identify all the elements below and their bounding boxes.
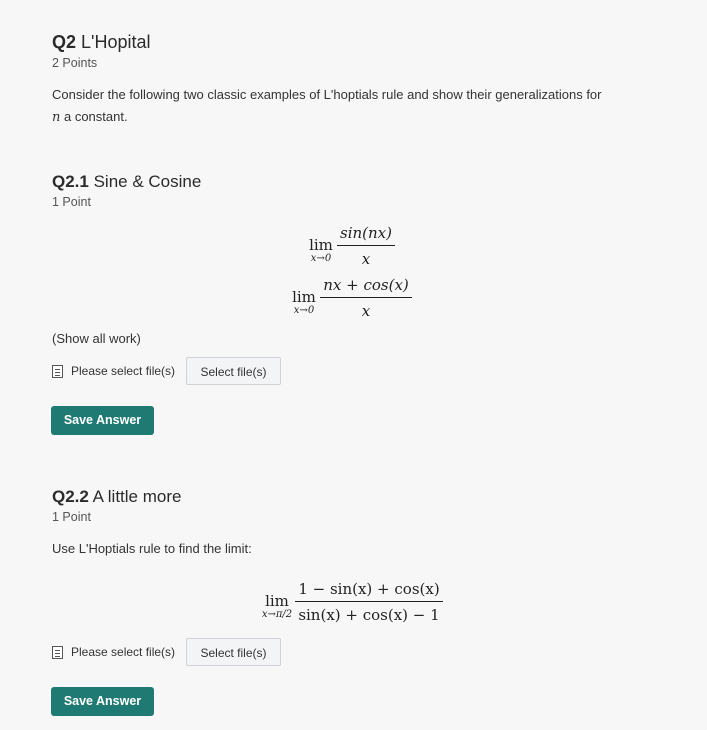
select-files-button[interactable]: Select file(s) [186, 638, 281, 666]
question-points: 2 Points [52, 56, 98, 70]
save-answer-button[interactable]: Save Answer [51, 687, 154, 716]
question-intro: Consider the following two classic examp… [52, 84, 662, 129]
show-work-note: (Show all work) [52, 331, 141, 346]
subquestion-number: Q2.1 [52, 172, 89, 191]
subquestion-title-text: A little more [92, 487, 182, 506]
intro-tail: a constant. [60, 109, 128, 124]
fraction: sin(nx) x [337, 224, 395, 268]
subquestion-points: 1 Point [52, 195, 91, 209]
page: Q2 L'Hopital 2 Points Consider the follo… [0, 0, 707, 730]
subquestion-prompt: Use L'Hoptials rule to find the limit: [52, 541, 252, 556]
subquestion-title: Q2.1 Sine & Cosine [52, 172, 201, 192]
question-title: Q2 L'Hopital [52, 32, 151, 53]
subquestion-points: 1 Point [52, 510, 91, 524]
limit-operator: lim x→0 [292, 288, 316, 316]
question-title-text: L'Hopital [81, 32, 151, 52]
select-files-button[interactable]: Select file(s) [186, 357, 281, 385]
file-upload-row: Please select file(s) [52, 364, 175, 378]
subquestion-title-text: Sine & Cosine [93, 172, 202, 191]
intro-text: Consider the following two classic examp… [52, 87, 602, 102]
file-upload-label: Please select file(s) [71, 645, 176, 659]
fraction: 1 − sin(x) + cos(x) sin(x) + cos(x) − 1 [295, 580, 443, 624]
file-icon [52, 364, 63, 378]
file-upload-row: Please select file(s) [52, 645, 175, 659]
fraction: nx + cos(x) x [320, 276, 412, 320]
question-number: Q2 [52, 32, 77, 52]
file-upload-label: Please select file(s) [71, 364, 176, 378]
subquestion-title: Q2.2 A little more [52, 487, 181, 507]
limit-operator: lim x→π/2 [261, 592, 293, 620]
subquestion-number: Q2.2 [52, 487, 89, 506]
file-icon [52, 645, 63, 659]
limit-operator: lim x→0 [309, 236, 333, 264]
save-answer-button[interactable]: Save Answer [51, 406, 154, 435]
